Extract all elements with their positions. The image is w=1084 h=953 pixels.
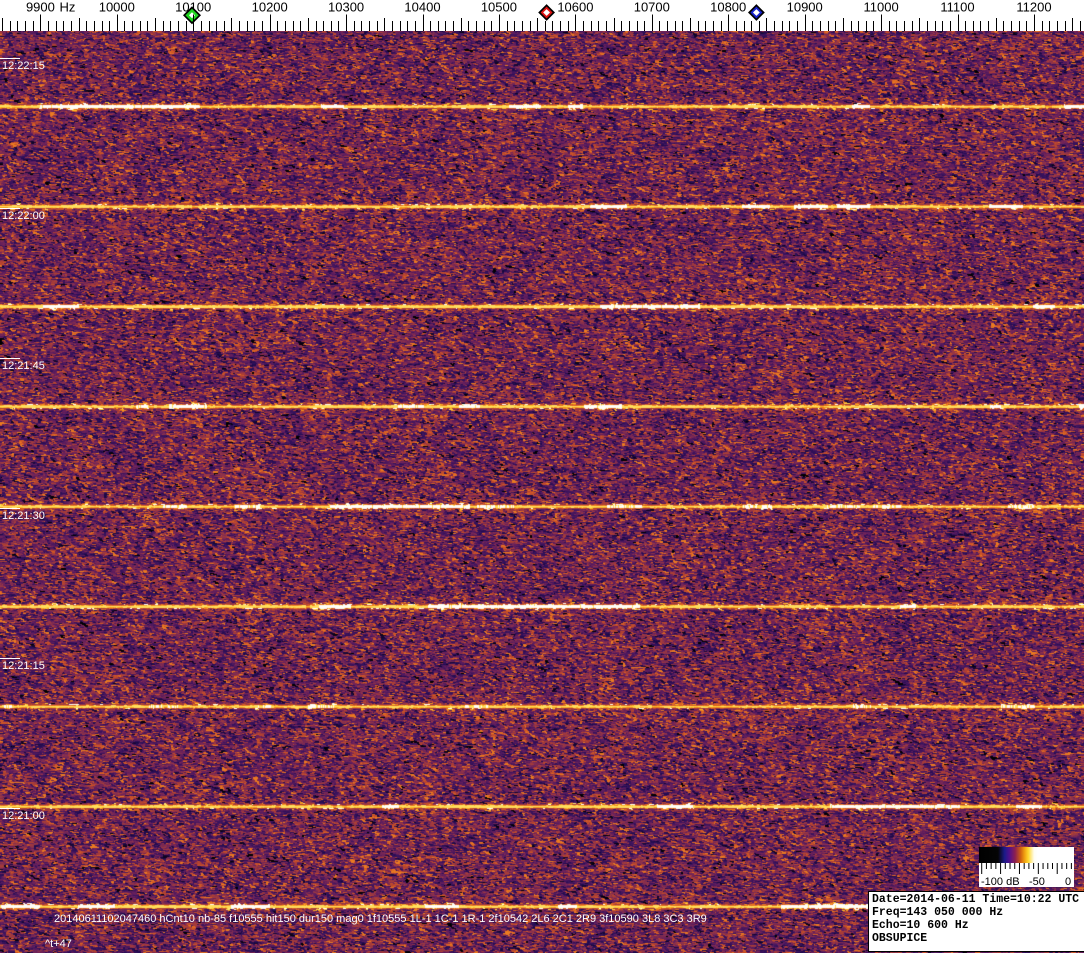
svg-text:10300: 10300	[328, 0, 364, 15]
svg-text:10900: 10900	[787, 0, 823, 15]
svg-text:10600: 10600	[557, 0, 593, 15]
svg-text:10500: 10500	[481, 0, 517, 15]
svg-text:Hz: Hz	[60, 0, 76, 15]
svg-text:10400: 10400	[404, 0, 440, 15]
svg-text:10700: 10700	[634, 0, 670, 15]
svg-text:10200: 10200	[252, 0, 288, 15]
svg-text:10000: 10000	[99, 0, 135, 15]
svg-text:11100: 11100	[940, 0, 974, 15]
svg-text:10800: 10800	[710, 0, 746, 15]
svg-text:11200: 11200	[1016, 0, 1051, 15]
svg-text:11000: 11000	[864, 0, 899, 15]
svg-text:9900: 9900	[26, 0, 55, 15]
